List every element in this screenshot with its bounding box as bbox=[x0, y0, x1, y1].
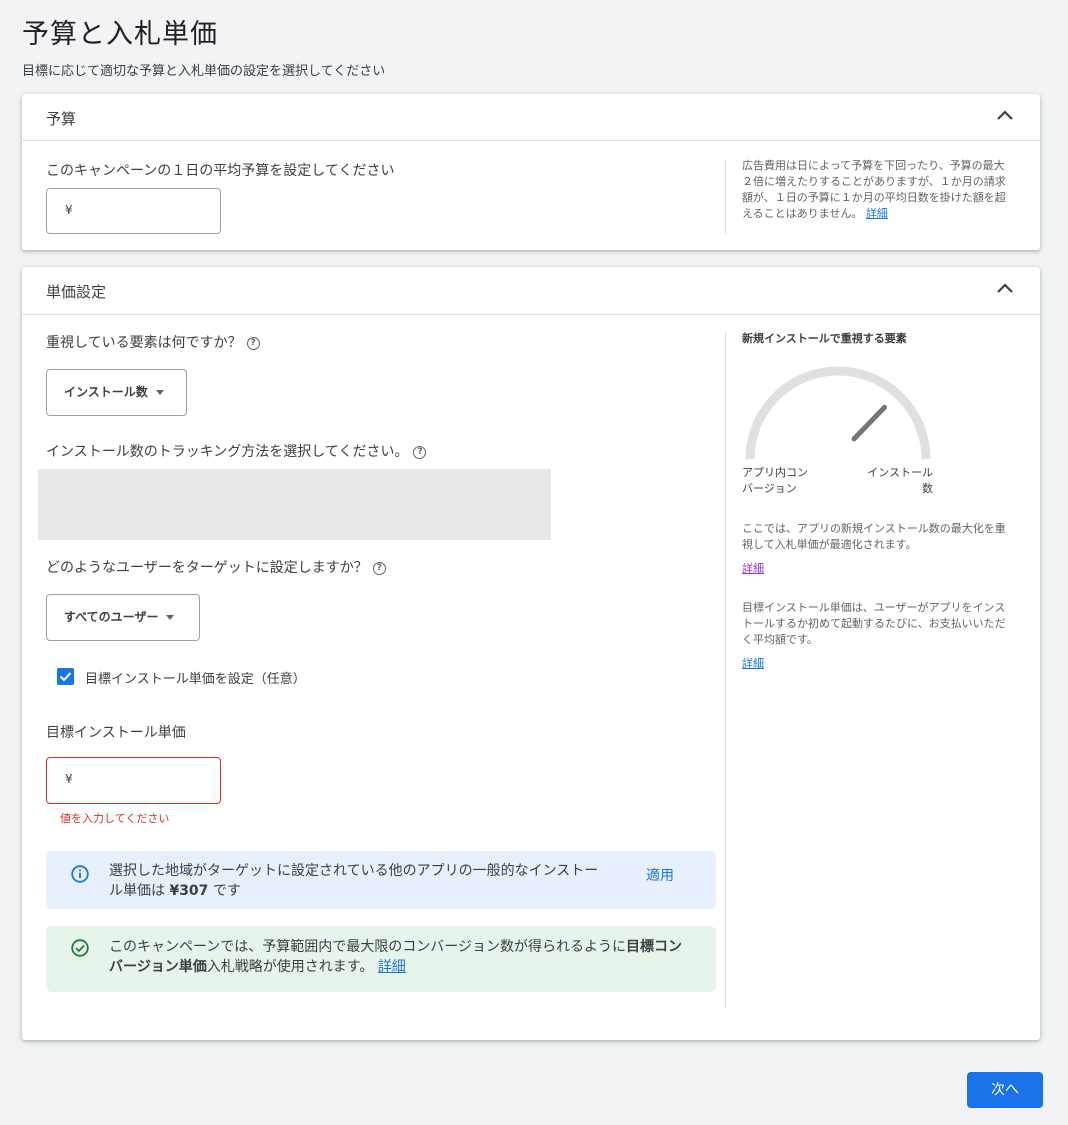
info-icon bbox=[71, 865, 89, 883]
users-select[interactable]: すべてのユーザー bbox=[46, 594, 200, 641]
budget-card-title: 予算 bbox=[46, 110, 77, 128]
side-panel-link-2[interactable]: 詳細 bbox=[742, 656, 764, 672]
page-subtitle: 目標に応じて適切な予算と入札単価の設定を選択してください bbox=[22, 64, 386, 79]
help-icon[interactable]: ? bbox=[413, 446, 427, 459]
chevron-up-icon[interactable] bbox=[996, 109, 1014, 121]
bidding-side-divider bbox=[725, 332, 726, 1008]
gauge-right-label: インストール数 bbox=[867, 466, 933, 495]
currency-prefix: ¥ bbox=[65, 203, 73, 217]
check-circle-icon bbox=[71, 939, 89, 957]
tracking-question: インストール数のトラッキング方法を選択してください。? bbox=[46, 441, 427, 461]
target-cpi-checkbox-label: 目標インストール単価を設定（任意） bbox=[85, 672, 306, 687]
budget-side-divider bbox=[725, 160, 726, 234]
currency-prefix: ¥ bbox=[65, 772, 73, 786]
bidding-card-title: 単価設定 bbox=[46, 283, 107, 301]
checkmark-icon bbox=[59, 672, 72, 682]
target-cpi-label: 目標インストール単価 bbox=[46, 725, 186, 741]
bidding-card: 単価設定 重視している要素は何ですか？? インストール数 インストール数のトラッ… bbox=[22, 267, 1040, 1040]
side-panel-text-2: 目標インストール単価は、ユーザーがアプリをインストールするか初めて起動するたびに… bbox=[742, 601, 1006, 646]
gauge-left-label: アプリ内コン バージョン bbox=[742, 466, 808, 495]
budget-learn-more-link[interactable]: 詳細 bbox=[866, 207, 888, 220]
gauge-needle bbox=[851, 404, 888, 442]
budget-card-header[interactable]: 予算 bbox=[22, 94, 1040, 141]
help-icon[interactable]: ? bbox=[372, 562, 386, 575]
info-banner: 選択した地域がターゲットに設定されている他のアプリの一般的なインストー ル単価は… bbox=[46, 851, 716, 909]
budget-side-note: 広告費用は日によって予算を下回ったり、予算の最大２倍に増えたりすることがあります… bbox=[742, 159, 1006, 220]
side-panel-text-1: ここでは、アプリの新規インストール数の最大化を重視して入札単価が最適化されます。 bbox=[742, 522, 1006, 551]
target-cpi-checkbox[interactable] bbox=[57, 668, 74, 685]
users-question: どのようなユーザーをターゲットに設定しますか？? bbox=[46, 557, 386, 577]
budget-card: 予算 このキャンペーンの１日の平均予算を設定してください ¥ 広告費用は日によっ… bbox=[22, 94, 1040, 250]
focus-question: 重視している要素は何ですか？? bbox=[46, 332, 260, 352]
caret-down-icon bbox=[155, 390, 164, 395]
caret-down-icon bbox=[166, 615, 175, 620]
success-banner-text: このキャンペーンでは、予算範囲内で最大限のコンバージョン数が得られるように目標コ… bbox=[109, 939, 683, 975]
next-button[interactable]: 次へ bbox=[967, 1072, 1043, 1108]
target-cpi-error-message: 値を入力してください bbox=[60, 812, 170, 825]
tracking-placeholder-block bbox=[38, 469, 551, 540]
success-banner: このキャンペーンでは、予算範囲内で最大限のコンバージョン数が得られるように目標コ… bbox=[46, 926, 716, 992]
daily-budget-input[interactable]: ¥ bbox=[46, 188, 221, 234]
info-banner-text: 選択した地域がターゲットに設定されている他のアプリの一般的なインストー ル単価は… bbox=[109, 863, 599, 899]
target-cpi-input[interactable]: ¥ bbox=[46, 757, 221, 804]
page-title: 予算と入札単価 bbox=[22, 19, 218, 50]
side-panel-title: 新規インストールで重視する要素 bbox=[742, 332, 907, 345]
help-icon[interactable]: ? bbox=[246, 337, 260, 350]
side-panel-link-1[interactable]: 詳細 bbox=[742, 561, 764, 577]
focus-select[interactable]: インストール数 bbox=[46, 369, 187, 416]
success-learn-more-link[interactable]: 詳細 bbox=[378, 959, 406, 975]
chevron-up-icon[interactable] bbox=[996, 282, 1014, 294]
apply-suggested-cpi-button[interactable]: 適用 bbox=[646, 865, 674, 885]
priority-gauge bbox=[745, 366, 931, 460]
bidding-card-header[interactable]: 単価設定 bbox=[22, 267, 1040, 315]
daily-budget-label: このキャンペーンの１日の平均予算を設定してください bbox=[46, 163, 395, 179]
